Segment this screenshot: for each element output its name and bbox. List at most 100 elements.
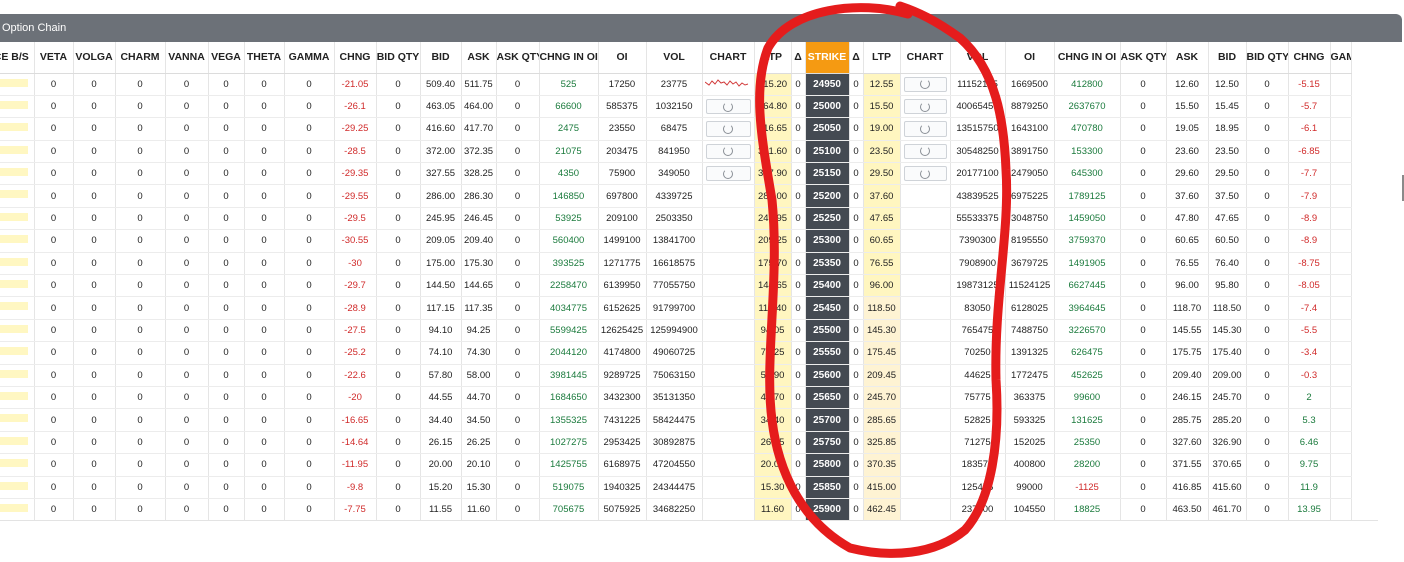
table-row[interactable]: 0 0 0 0 0 0 0 -28.9 0 117.15 117.35 0 4034775 6152625…: [0, 296, 1352, 320]
column-header-pe-ask-qty[interactable]: ASK QTY: [1120, 42, 1167, 74]
column-header-ce-charm[interactable]: CHARM: [115, 42, 166, 74]
ce-chart-cell[interactable]: [702, 140, 755, 164]
pe-chart-cell[interactable]: [900, 364, 951, 387]
ce-chart-cell[interactable]: [702, 364, 755, 387]
pe-chart-cell[interactable]: [900, 184, 951, 208]
pe-chart-cell[interactable]: [900, 73, 951, 96]
chart-preview-box[interactable]: [705, 143, 751, 160]
table-row[interactable]: 0 0 0 0 0 0 0 -20 0 44.55 44.70 0 1684650 3432300 3513…: [0, 386, 1352, 410]
table-row[interactable]: 0 0 0 0 0 0 0 -30 0 175.00 175.30 0 393525 1271775 166…: [0, 252, 1352, 276]
column-header-ce-vanna[interactable]: VANNA: [165, 42, 209, 74]
table-row[interactable]: 0 0 0 0 0 0 0 -29.7 0 144.50 144.65 0 2258470 6139950…: [0, 274, 1352, 298]
column-header-ce-chng[interactable]: CHNG: [334, 42, 377, 74]
ce-ce-bs-cell[interactable]: [0, 453, 35, 477]
column-header-pe-bid[interactable]: BID: [1208, 42, 1247, 74]
chart-preview-box[interactable]: [705, 121, 751, 137]
ce-ce-bs-cell[interactable]: [0, 476, 35, 499]
column-header-ce-chng-in-oi[interactable]: CHNG IN OI: [539, 42, 599, 74]
table-row[interactable]: 0 0 0 0 0 0 0 -9.8 0 15.20 15.30 0 519075 1940325 2434…: [0, 476, 1352, 499]
pe-chart-cell[interactable]: [900, 453, 951, 477]
pe-chart-cell[interactable]: [900, 207, 951, 231]
column-header-pe-ltp[interactable]: LTP: [863, 42, 901, 74]
column-header-ce-ask[interactable]: ASK: [461, 42, 497, 74]
column-header-ce-vol[interactable]: VOL: [646, 42, 703, 74]
pe-chart-cell[interactable]: [900, 162, 951, 186]
chart-preview-box[interactable]: [903, 98, 947, 115]
ce-ce-bs-cell[interactable]: [0, 184, 35, 208]
ce-ce-bs-cell[interactable]: [0, 252, 35, 276]
ce-ce-bs-cell[interactable]: [0, 207, 35, 231]
table-row[interactable]: 0 0 0 0 0 0 0 -22.6 0 57.80 58.00 0 3981445 9289725 75…: [0, 364, 1352, 387]
chart-preview-box[interactable]: [903, 121, 947, 137]
column-header-ce-veta[interactable]: VETA: [34, 42, 74, 74]
column-header-ce-bid-qty[interactable]: BID QTY: [376, 42, 421, 74]
column-header-ce-theta[interactable]: THETA: [244, 42, 285, 74]
column-header-ce-chart[interactable]: CHART: [702, 42, 755, 74]
ce-chart-cell[interactable]: [702, 184, 755, 208]
ce-ce-bs-cell[interactable]: [0, 274, 35, 298]
column-header-ce-vega[interactable]: VEGA: [208, 42, 245, 74]
column-header-pe-chart[interactable]: CHART: [900, 42, 951, 74]
pe-chart-cell[interactable]: [900, 408, 951, 432]
ce-chart-cell[interactable]: [702, 408, 755, 432]
pe-chart-cell[interactable]: [900, 296, 951, 320]
pe-chart-cell[interactable]: [900, 431, 951, 455]
pe-chart-cell[interactable]: [900, 117, 951, 141]
column-header-ce-oi[interactable]: OI: [598, 42, 647, 74]
table-row[interactable]: 0 0 0 0 0 0 0 -27.5 0 94.10 94.25 0 5599425 12625425 1…: [0, 319, 1352, 343]
column-header-pe-oi[interactable]: OI: [1005, 42, 1055, 74]
column-header-pe-chng-in-oi[interactable]: CHNG IN OI: [1054, 42, 1121, 74]
pe-chart-cell[interactable]: [900, 341, 951, 365]
column-header-ce-bid[interactable]: BID: [420, 42, 462, 74]
pe-chart-cell[interactable]: [900, 95, 951, 119]
ce-ce-bs-cell[interactable]: [0, 364, 35, 387]
table-row[interactable]: 0 0 0 0 0 0 0 -7.75 0 11.55 11.60 0 705675 5075925 346…: [0, 498, 1352, 520]
chart-preview-box[interactable]: [903, 166, 947, 182]
pe-chart-cell[interactable]: [900, 252, 951, 276]
ce-ce-bs-cell[interactable]: [0, 431, 35, 455]
chart-preview-box[interactable]: [903, 76, 947, 92]
chart-preview-box[interactable]: [705, 166, 751, 182]
ce-ce-bs-cell[interactable]: [0, 296, 35, 320]
pe-chart-cell[interactable]: [900, 319, 951, 343]
column-header-ce-gamma[interactable]: GAMMA: [284, 42, 335, 74]
column-header-pe-gamma[interactable]: GAMMA: [1330, 42, 1352, 74]
column-header-pe-vol[interactable]: VOL: [950, 42, 1006, 74]
table-row[interactable]: 0 0 0 0 0 0 0 -11.95 0 20.00 20.10 0 1425755 6168975 4…: [0, 453, 1352, 477]
table-row[interactable]: 0 0 0 0 0 0 0 -30.55 0 209.05 209.40 0 560400 1499100…: [0, 229, 1352, 253]
ce-ce-bs-cell[interactable]: [0, 319, 35, 343]
pe-chart-cell[interactable]: [900, 274, 951, 298]
table-row[interactable]: 0 0 0 0 0 0 0 -26.1 0 463.05 464.00 0 66600 585375 103…: [0, 95, 1352, 119]
table-row[interactable]: 0 0 0 0 0 0 0 -28.5 0 372.00 372.35 0 21075 203475 841…: [0, 140, 1352, 164]
table-row[interactable]: 0 0 0 0 0 0 0 -25.2 0 74.10 74.30 0 2044120 4174800 49…: [0, 341, 1352, 365]
pe-chart-cell[interactable]: [900, 229, 951, 253]
ce-ce-bs-cell[interactable]: [0, 95, 35, 119]
ce-chart-cell[interactable]: [702, 117, 755, 141]
ce-chart-cell[interactable]: [702, 95, 755, 119]
column-header-strike[interactable]: STRIKE: [805, 42, 850, 74]
column-header-ce-delta[interactable]: Δ: [791, 42, 806, 74]
table-row[interactable]: 0 0 0 0 0 0 0 -21.05 0 509.40 511.75 0 525 17250 23775…: [0, 73, 1352, 96]
pe-chart-cell[interactable]: [900, 386, 951, 410]
ce-chart-cell[interactable]: [702, 476, 755, 499]
column-header-pe-chng[interactable]: CHNG: [1288, 42, 1331, 74]
pe-chart-cell[interactable]: [900, 140, 951, 164]
column-header-ce-ltp[interactable]: LTP: [754, 42, 792, 74]
ce-chart-cell[interactable]: [702, 274, 755, 298]
table-row[interactable]: 0 0 0 0 0 0 0 -29.55 0 286.00 286.30 0 146850 697800 4…: [0, 184, 1352, 208]
ce-chart-cell[interactable]: [702, 252, 755, 276]
ce-chart-cell[interactable]: [702, 453, 755, 477]
column-header-pe-ask[interactable]: ASK: [1166, 42, 1209, 74]
ce-ce-bs-cell[interactable]: [0, 341, 35, 365]
pe-chart-cell[interactable]: [900, 498, 951, 520]
chart-preview-box[interactable]: [705, 98, 751, 115]
ce-ce-bs-cell[interactable]: [0, 162, 35, 186]
table-row[interactable]: 0 0 0 0 0 0 0 -14.64 0 26.15 26.25 0 1027275 2953425 3…: [0, 431, 1352, 455]
ce-ce-bs-cell[interactable]: [0, 73, 35, 96]
ce-chart-cell[interactable]: [702, 319, 755, 343]
column-header-pe-bid-qty[interactable]: BID QTY: [1246, 42, 1289, 74]
ce-chart-cell[interactable]: [702, 431, 755, 455]
ce-chart-cell[interactable]: [702, 162, 755, 186]
ce-chart-cell[interactable]: [702, 498, 755, 520]
table-row[interactable]: 0 0 0 0 0 0 0 -29.35 0 327.55 328.25 0 4350 75900 3490…: [0, 162, 1352, 186]
